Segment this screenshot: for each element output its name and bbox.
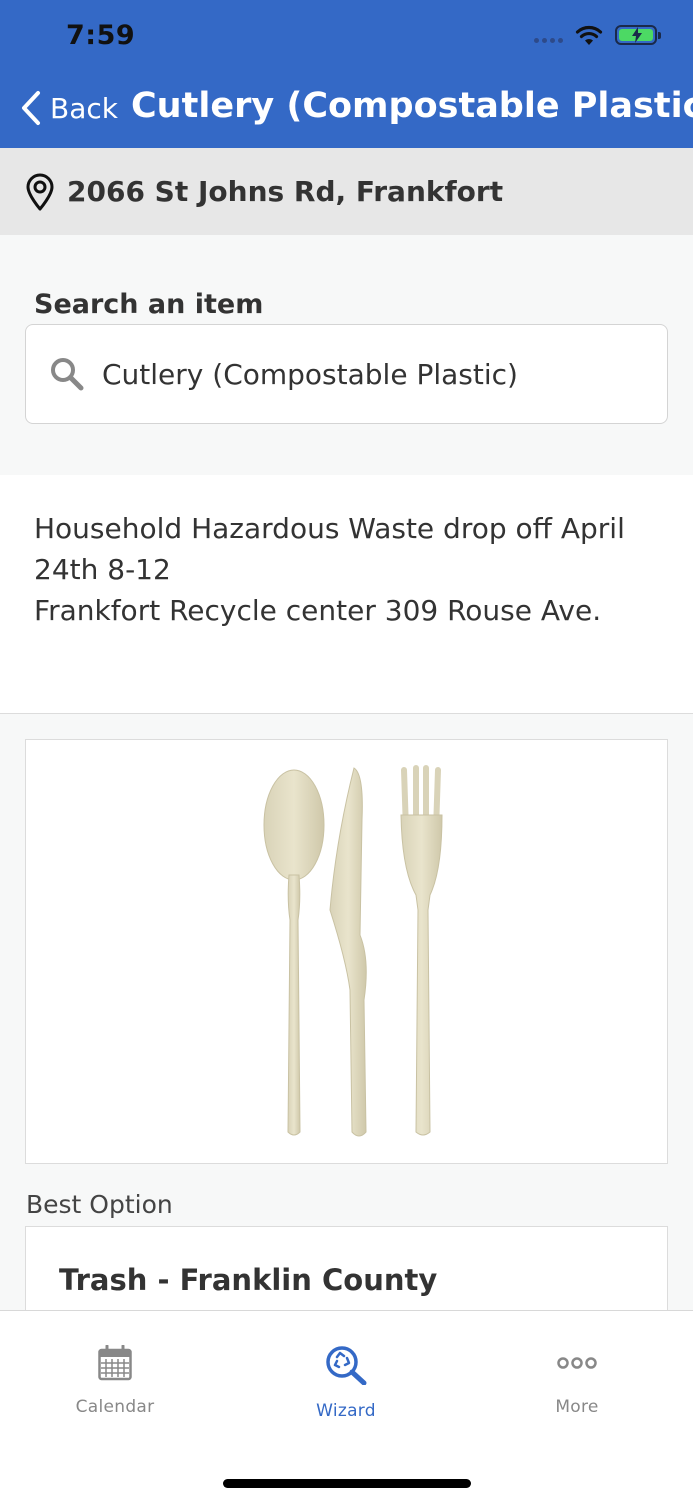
- location-bar[interactable]: 2066 St Johns Rd, Frankfort: [0, 148, 693, 235]
- wifi-icon: [575, 25, 603, 45]
- item-image-card: [25, 739, 668, 1164]
- calendar-icon: [98, 1345, 132, 1381]
- best-option-label: Best Option: [26, 1190, 173, 1219]
- tab-label: Calendar: [75, 1397, 155, 1417]
- search-label: Search an item: [34, 289, 264, 320]
- home-indicator[interactable]: [223, 1479, 471, 1488]
- battery-icon: [615, 25, 661, 45]
- tab-more[interactable]: More: [497, 1345, 657, 1417]
- navigation-header: 7:59 Back Cutlery (Compostable Plastic): [0, 0, 693, 148]
- more-dots-icon: [557, 1357, 597, 1369]
- tab-label: More: [555, 1397, 599, 1417]
- search-section: Search an item Cutlery (Compostable Plas…: [0, 235, 693, 475]
- chevron-left-icon: [22, 91, 40, 125]
- announcement-text: Household Hazardous Waste drop off April…: [34, 508, 664, 631]
- cellular-signal-icon: [534, 25, 563, 45]
- back-label: Back: [50, 91, 118, 125]
- tab-calendar[interactable]: Calendar: [35, 1345, 195, 1417]
- compostable-cutlery-image: [263, 765, 443, 1137]
- back-button[interactable]: Back: [20, 90, 118, 126]
- status-icons: [534, 24, 661, 46]
- announcement-line: Frankfort Recycle center 309 Rouse Ave.: [34, 594, 602, 627]
- recycle-search-icon: [326, 1346, 367, 1385]
- status-time: 7:59: [66, 20, 136, 51]
- tab-bar: Calendar Wizard More: [0, 1310, 693, 1500]
- announcement-line: Household Hazardous Waste drop off April…: [34, 512, 625, 586]
- item-detail: Best Option Trash - Franklin County: [0, 714, 693, 1346]
- location-address: 2066 St Johns Rd, Frankfort: [67, 175, 504, 208]
- tab-wizard[interactable]: Wizard: [266, 1345, 426, 1421]
- best-option-title: Trash - Franklin County: [59, 1263, 438, 1297]
- search-value: Cutlery (Compostable Plastic): [102, 357, 518, 391]
- location-pin-icon: [26, 173, 54, 210]
- search-input[interactable]: Cutlery (Compostable Plastic): [25, 324, 668, 424]
- tab-label: Wizard: [316, 1401, 376, 1421]
- page-title: Cutlery (Compostable Plastic): [131, 86, 693, 126]
- search-icon: [51, 358, 84, 391]
